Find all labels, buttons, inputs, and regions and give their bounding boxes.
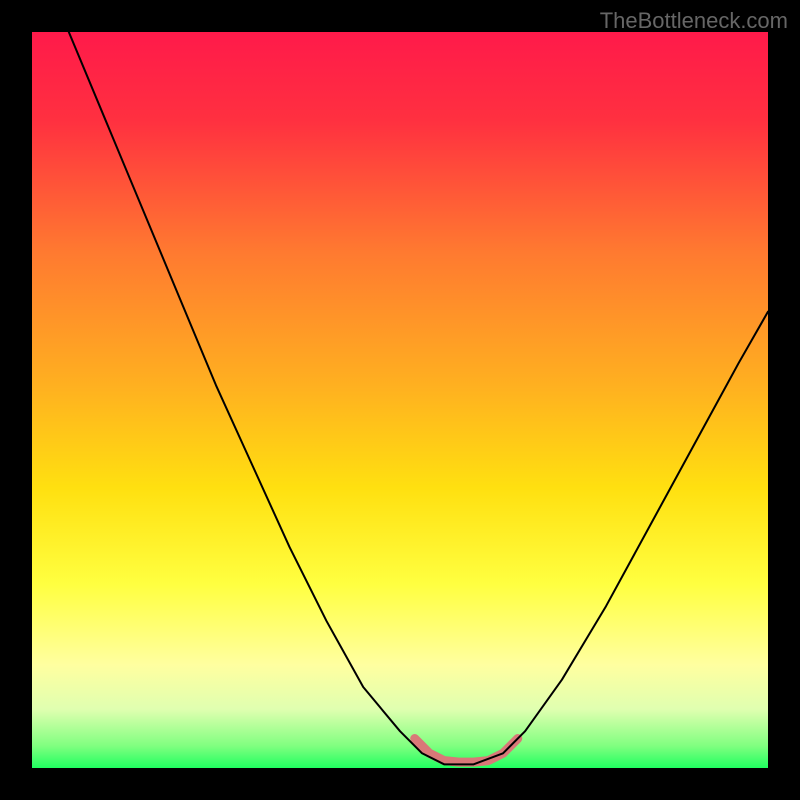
plot-background — [32, 32, 768, 768]
bottleneck-chart: TheBottleneck.com — [0, 0, 800, 800]
watermark-text: TheBottleneck.com — [600, 8, 788, 34]
chart-svg — [0, 0, 800, 800]
